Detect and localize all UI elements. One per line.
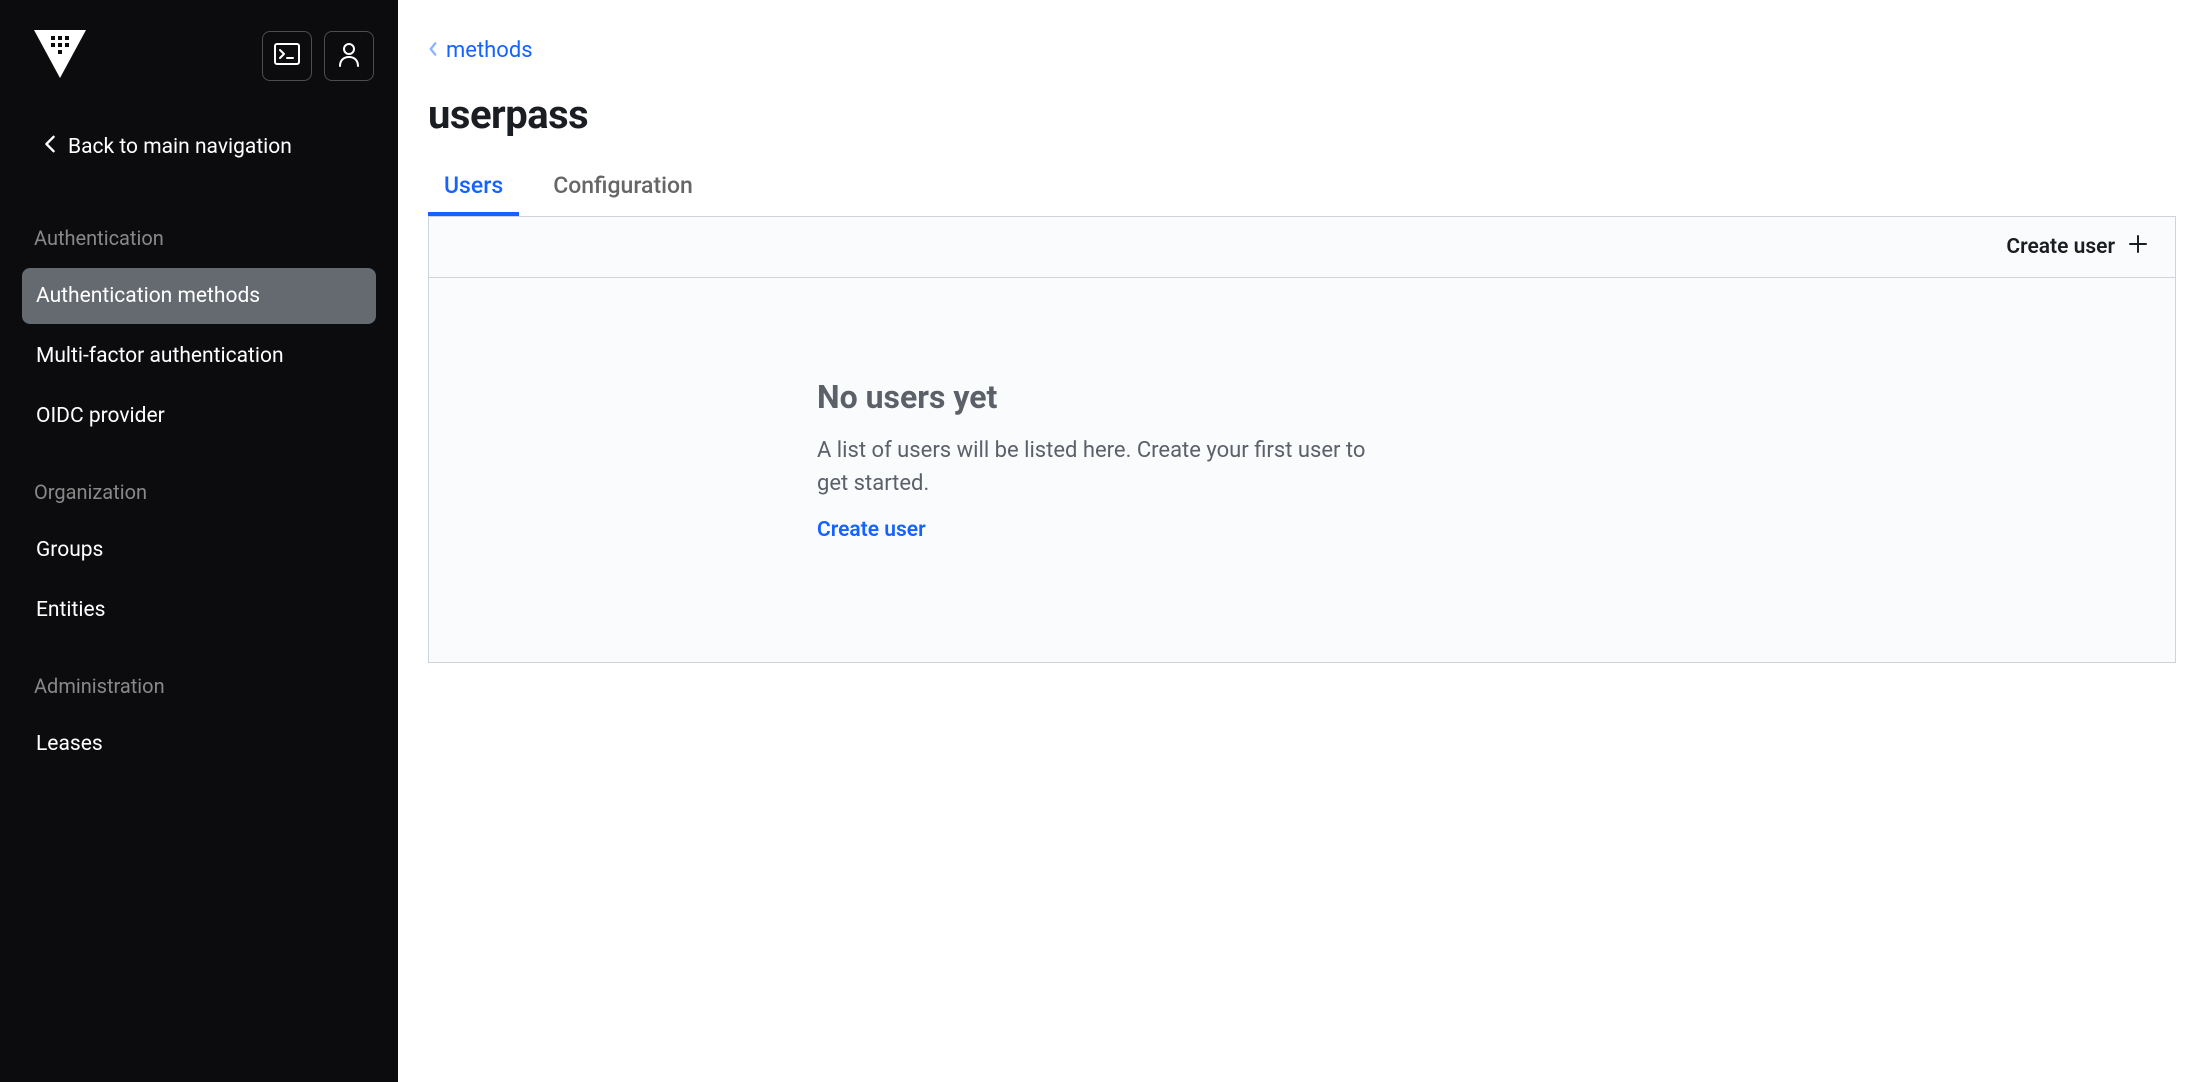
empty-state: No users yet A list of users will be lis…	[429, 278, 2175, 662]
terminal-icon	[274, 43, 300, 69]
sidebar-section-organization: Organization	[0, 446, 398, 520]
empty-state-title: No users yet	[817, 378, 1377, 416]
sidebar-item-label: Multi-factor authentication	[36, 344, 284, 368]
sidebar-section-administration: Administration	[0, 640, 398, 714]
sidebar-item-label: Entities	[36, 598, 105, 622]
chevron-left-icon	[428, 38, 438, 63]
sidebar-item-multi-factor-authentication[interactable]: Multi-factor authentication	[22, 328, 376, 384]
chevron-left-icon	[44, 134, 56, 160]
panel-toolbar: Create user	[429, 217, 2175, 278]
breadcrumb-label: methods	[446, 38, 533, 63]
user-button[interactable]	[324, 31, 374, 81]
empty-state-description: A list of users will be listed here. Cre…	[817, 434, 1377, 500]
terminal-button[interactable]	[262, 31, 312, 81]
tab-label: Users	[444, 172, 503, 199]
create-user-link-label: Create user	[817, 518, 926, 542]
sidebar-header	[0, 0, 398, 102]
sidebar-item-label: Groups	[36, 538, 103, 562]
user-icon	[337, 41, 361, 71]
back-nav-label: Back to main navigation	[68, 135, 292, 159]
sidebar-section-authentication: Authentication	[0, 192, 398, 266]
tab-configuration[interactable]: Configuration	[553, 172, 693, 215]
header-buttons	[262, 31, 374, 81]
sidebar-item-oidc-provider[interactable]: OIDC provider	[22, 388, 376, 444]
tab-users[interactable]: Users	[444, 172, 503, 215]
sidebar-item-authentication-methods[interactable]: Authentication methods	[22, 268, 376, 324]
tab-label: Configuration	[553, 172, 693, 199]
page-title: userpass	[428, 91, 2176, 138]
vault-logo	[34, 30, 86, 82]
users-panel: Create user No users yet A list of users…	[428, 216, 2176, 663]
sidebar-item-leases[interactable]: Leases	[22, 716, 376, 772]
sidebar: Back to main navigation Authentication A…	[0, 0, 398, 1082]
sidebar-item-label: OIDC provider	[36, 404, 165, 428]
create-user-button[interactable]: Create user	[2006, 235, 2147, 259]
main-content: methods userpass Users Configuration Cre…	[398, 0, 2206, 1082]
back-to-main-nav[interactable]: Back to main navigation	[0, 102, 398, 192]
create-user-label: Create user	[2006, 235, 2115, 259]
sidebar-item-label: Authentication methods	[36, 284, 260, 308]
sidebar-item-entities[interactable]: Entities	[22, 582, 376, 638]
plus-icon	[2129, 235, 2147, 259]
tabs: Users Configuration	[428, 172, 2176, 216]
create-user-link[interactable]: Create user	[817, 518, 1377, 542]
sidebar-item-groups[interactable]: Groups	[22, 522, 376, 578]
breadcrumb[interactable]: methods	[428, 38, 2176, 63]
sidebar-item-label: Leases	[36, 732, 103, 756]
